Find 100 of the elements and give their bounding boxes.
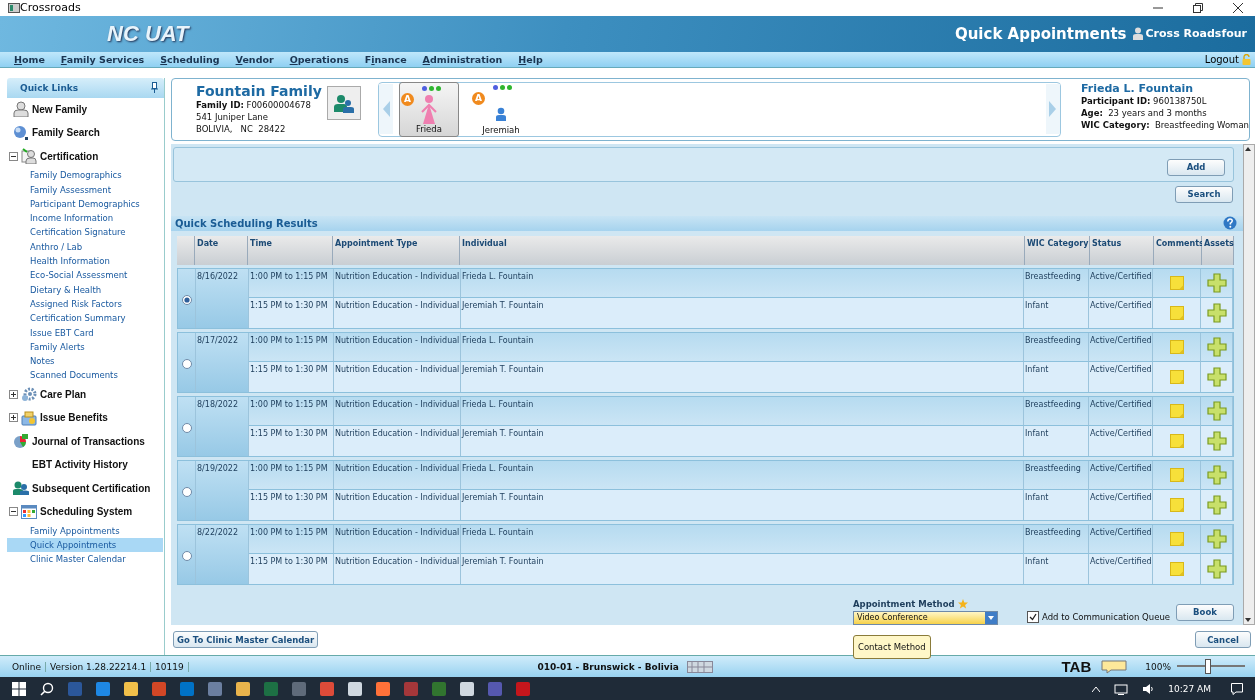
speaker-icon[interactable] xyxy=(1142,682,1155,695)
radio-button[interactable] xyxy=(182,422,192,433)
menu-item[interactable]: Scheduling xyxy=(160,53,220,65)
sticky-note-icon[interactable] xyxy=(1169,370,1184,384)
checkbox[interactable] xyxy=(1027,610,1039,623)
radio-button[interactable] xyxy=(182,294,192,305)
restore-icon[interactable] xyxy=(1193,2,1203,13)
plus-icon[interactable] xyxy=(1206,529,1227,549)
app-tile-icon[interactable] xyxy=(460,681,474,696)
nav-link[interactable]: Issue Benefits xyxy=(40,412,108,424)
nav-sublink[interactable]: Eco-Social Assessment xyxy=(7,268,163,283)
sticky-note-icon[interactable] xyxy=(1169,498,1184,512)
nav-sublink[interactable]: Health Information xyxy=(7,254,163,269)
appointment-method-dropdown[interactable]: Video Conference xyxy=(853,610,998,625)
menu-item[interactable]: Operations xyxy=(289,53,349,65)
plus-icon[interactable] xyxy=(1206,337,1227,357)
cancel-button[interactable]: Cancel xyxy=(1195,631,1251,649)
add-button[interactable]: Add xyxy=(1167,158,1225,176)
app-tile-icon[interactable] xyxy=(516,681,530,696)
nav-sublink[interactable]: Clinic Master Calendar xyxy=(7,552,163,567)
app-tile-icon[interactable] xyxy=(432,681,446,696)
menu-item[interactable]: Administration xyxy=(422,53,503,65)
nav-sublink[interactable]: Family Assessment xyxy=(7,182,163,197)
sticky-note-icon[interactable] xyxy=(1169,434,1184,448)
nav-sublink[interactable]: Income Information xyxy=(7,211,163,226)
app-tile-icon[interactable] xyxy=(376,681,390,696)
nav-sublink[interactable]: Anthro / Lab xyxy=(7,239,163,254)
expand-icon[interactable] xyxy=(9,413,18,423)
expand-icon[interactable] xyxy=(9,389,18,399)
notification-icon[interactable] xyxy=(1231,682,1243,695)
radio-button[interactable] xyxy=(182,358,192,369)
app-tile-icon[interactable] xyxy=(404,681,418,696)
family-button[interactable] xyxy=(327,85,361,120)
network-icon[interactable] xyxy=(1114,682,1129,695)
book-button[interactable]: Book xyxy=(1176,603,1234,621)
nav-sublink[interactable]: Certification Summary xyxy=(7,311,163,326)
nav-sublink[interactable]: Family Alerts xyxy=(7,339,163,355)
nav-sublink[interactable]: Issue EBT Card xyxy=(7,325,163,340)
menu-item[interactable]: Finance xyxy=(364,53,407,65)
nav-sublink[interactable]: Participant Demographics xyxy=(7,196,163,212)
help-icon[interactable] xyxy=(1223,216,1237,231)
app-tile-icon[interactable] xyxy=(264,681,278,696)
plus-icon[interactable] xyxy=(1206,401,1227,421)
nav-link[interactable]: Scheduling System xyxy=(40,506,133,518)
nav-sublink[interactable]: Family Demographics xyxy=(7,168,163,183)
menu-item[interactable]: Home xyxy=(14,53,45,65)
nav-link[interactable]: Care Plan xyxy=(40,388,87,400)
app-tile-icon[interactable] xyxy=(96,681,110,696)
nav-sublink[interactable]: Dietary & Health xyxy=(7,282,163,297)
pin-icon[interactable] xyxy=(151,82,158,94)
app-tile-icon[interactable] xyxy=(180,681,194,696)
participant-tile[interactable]: Frieda A xyxy=(398,81,459,137)
participant-tile[interactable]: Jeremiah A xyxy=(470,81,531,137)
search-button[interactable]: Search xyxy=(1175,185,1233,203)
app-tile-icon[interactable] xyxy=(320,681,334,696)
nav-link[interactable]: Journal of Transactions xyxy=(32,435,145,447)
menu-item[interactable]: Help xyxy=(518,53,543,65)
app-tile-icon[interactable] xyxy=(348,681,362,696)
menu-item[interactable]: Vendor xyxy=(235,53,274,65)
nav-sublink[interactable]: Certification Signature xyxy=(7,225,163,240)
nav-link[interactable]: Certification xyxy=(40,151,99,162)
close-icon[interactable] xyxy=(1233,2,1243,13)
app-tile-icon[interactable] xyxy=(208,681,222,696)
collapse-icon[interactable] xyxy=(9,507,18,517)
plus-icon[interactable] xyxy=(1206,465,1227,485)
search-icon[interactable] xyxy=(40,681,54,696)
tray-caret-icon[interactable] xyxy=(1092,685,1101,692)
slider-thumb[interactable] xyxy=(1205,659,1211,675)
app-tile-icon[interactable] xyxy=(68,681,82,696)
app-tile-icon[interactable] xyxy=(124,681,138,696)
clock-text[interactable]: 10:27 AM xyxy=(1168,683,1211,694)
clinic-calendar-button[interactable]: Go To Clinic Master Calendar xyxy=(173,631,319,649)
nav-sublink[interactable]: Assigned Risk Factors xyxy=(7,296,163,312)
sticky-note-icon[interactable] xyxy=(1169,562,1184,576)
radio-button[interactable] xyxy=(182,550,192,561)
app-tile-icon[interactable] xyxy=(236,681,250,696)
app-tile-icon[interactable] xyxy=(152,681,166,696)
nav-link[interactable]: Family Search xyxy=(32,127,100,139)
plus-icon[interactable] xyxy=(1206,303,1227,323)
sticky-note-icon[interactable] xyxy=(1169,306,1184,320)
nav-sublink[interactable]: Scanned Documents xyxy=(7,368,163,383)
collapse-icon[interactable] xyxy=(9,152,18,161)
nav-link[interactable]: Subsequent Certification xyxy=(32,482,151,494)
nav-link[interactable]: EBT Activity History xyxy=(32,459,128,471)
radio-button[interactable] xyxy=(182,486,192,497)
menu-item[interactable]: Family Services xyxy=(60,53,145,65)
nav-link[interactable]: New Family xyxy=(32,104,88,115)
nav-sublink[interactable]: Family Appointments xyxy=(7,523,163,538)
windows-start-icon[interactable] xyxy=(12,681,26,696)
nav-sublink[interactable]: Notes xyxy=(7,354,163,369)
plus-icon[interactable] xyxy=(1206,431,1227,451)
plus-icon[interactable] xyxy=(1206,495,1227,515)
vertical-scrollbar[interactable] xyxy=(1243,143,1255,625)
plus-icon[interactable] xyxy=(1206,273,1227,293)
plus-icon[interactable] xyxy=(1206,559,1227,579)
app-tile-icon[interactable] xyxy=(488,681,502,696)
logout-link[interactable]: Logout xyxy=(1204,53,1239,65)
app-tile-icon[interactable] xyxy=(292,681,306,696)
chat-bubble-icon[interactable] xyxy=(1101,659,1128,674)
nav-sublink[interactable]: Quick Appointments xyxy=(7,538,163,553)
